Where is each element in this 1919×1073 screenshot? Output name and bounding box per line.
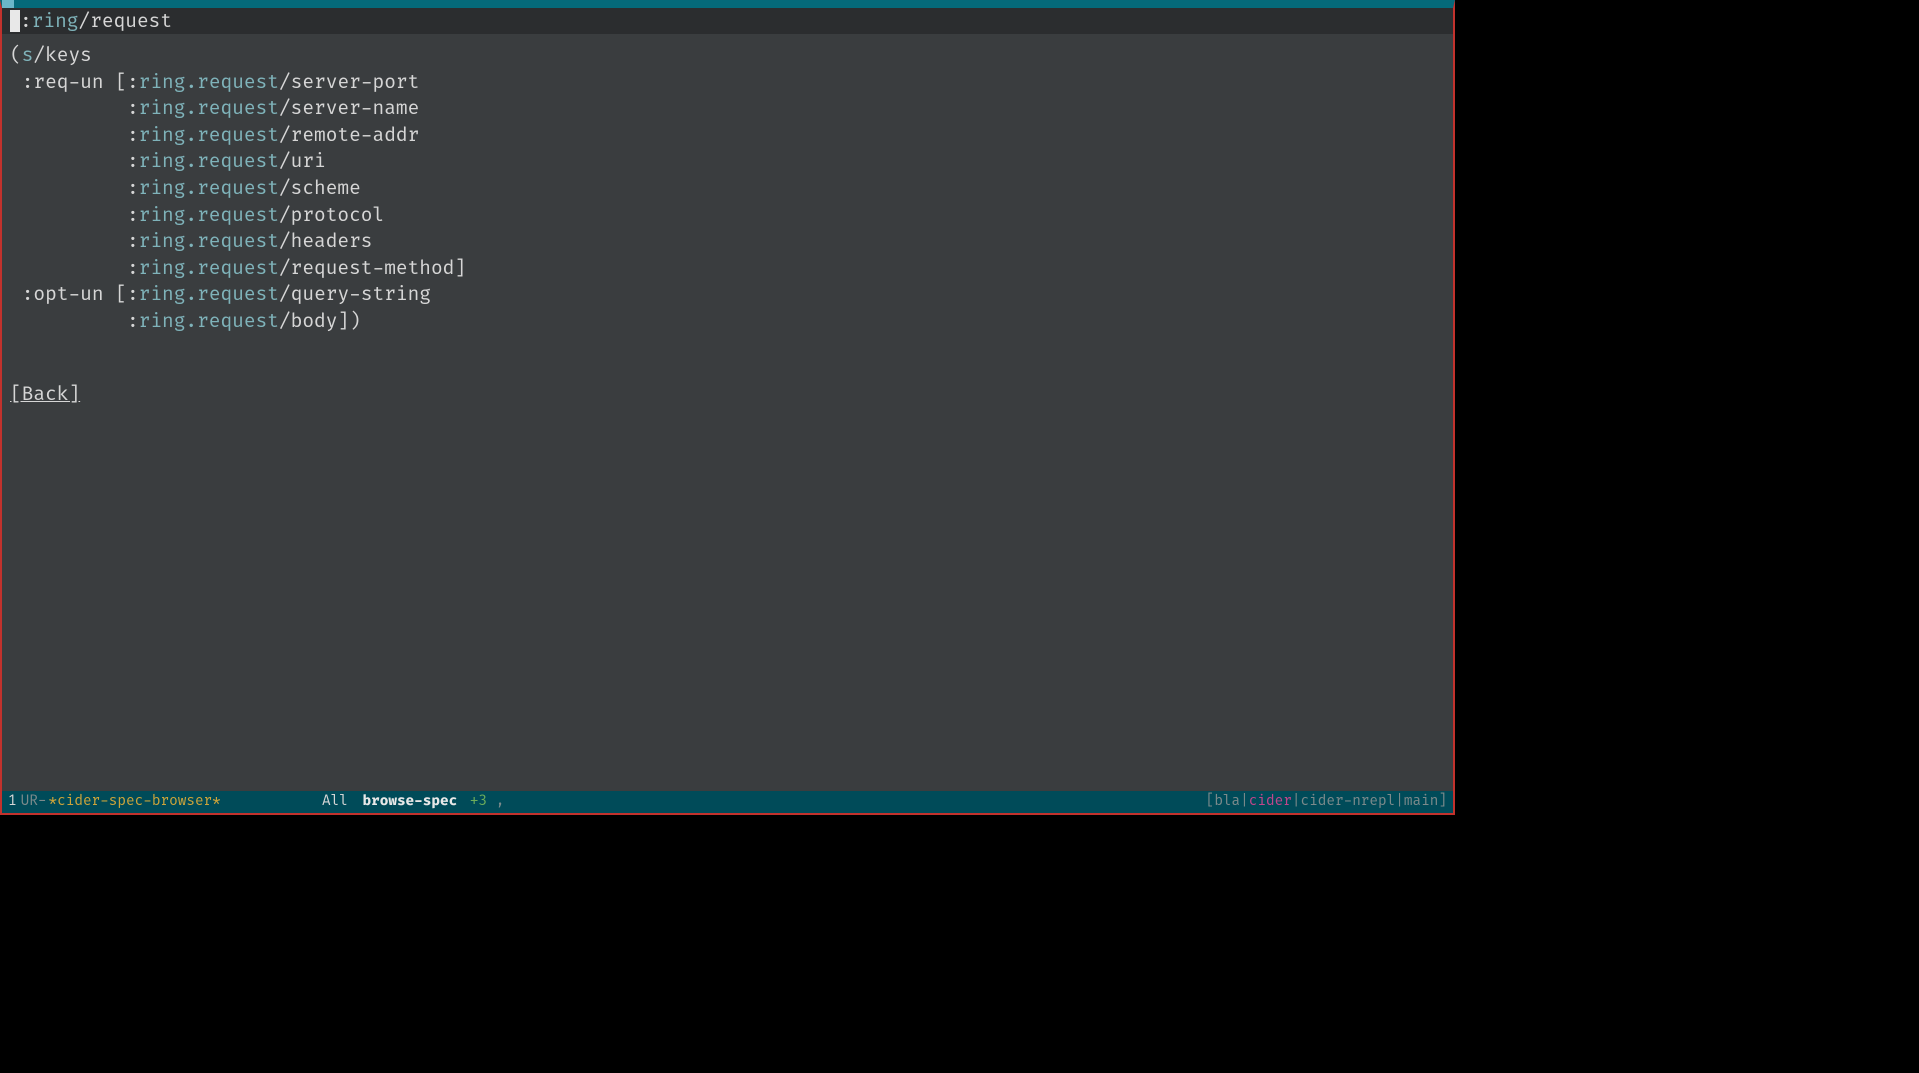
cider-tag[interactable]: cider bbox=[1249, 793, 1292, 810]
spec-ns[interactable]: ring.request bbox=[139, 96, 279, 120]
spec-ns[interactable]: ring.request bbox=[139, 229, 279, 253]
header-namespace: ring bbox=[32, 8, 79, 35]
modeline-right: [bla|cider|cider-nrepl|main] bbox=[1206, 792, 1447, 812]
header-slash: / bbox=[78, 8, 90, 35]
spec-key[interactable]: server-port bbox=[291, 70, 420, 94]
spec-key[interactable]: server-name bbox=[291, 96, 420, 120]
spec-key[interactable]: body bbox=[291, 309, 338, 333]
spec-key[interactable]: query-string bbox=[291, 282, 431, 306]
modeline: 1 UR- *cider-spec-browser* All browse-sp… bbox=[2, 791, 1453, 813]
nrepl-tag[interactable]: cider-nrepl bbox=[1301, 793, 1396, 810]
branch-tag[interactable]: main bbox=[1404, 793, 1438, 810]
header-spec-name: request bbox=[90, 8, 172, 35]
buffer-name[interactable]: *cider-spec-browser* bbox=[48, 792, 220, 812]
req-un-keyword: :req-un bbox=[22, 70, 104, 94]
spec-ns[interactable]: ring.request bbox=[139, 309, 279, 333]
repl-tag[interactable]: bla bbox=[1214, 793, 1240, 810]
buffer-mod-flags: UR- bbox=[21, 792, 47, 812]
back-button[interactable]: [Back] bbox=[10, 381, 80, 408]
spec-ns[interactable]: ring.request bbox=[139, 176, 279, 200]
spec-content: (s/keys :req-un [:ring.request/server-po… bbox=[2, 34, 1453, 416]
spec-ns[interactable]: ring.request bbox=[139, 282, 279, 306]
buffer-number: 1 bbox=[8, 792, 17, 812]
minor-mode-count[interactable]: +3 bbox=[470, 793, 487, 810]
opt-un-keyword: :opt-un bbox=[22, 282, 104, 306]
keys-fn: keys bbox=[45, 43, 92, 67]
window-tab-indicator bbox=[2, 0, 14, 8]
modeline-left: 1 UR- *cider-spec-browser* bbox=[8, 792, 221, 812]
buffer-header: :ring/request bbox=[2, 8, 1453, 34]
spec-ns[interactable]: ring.request bbox=[139, 203, 279, 227]
spec-key[interactable]: uri bbox=[291, 149, 326, 173]
cursor bbox=[10, 10, 20, 32]
header-colon: : bbox=[20, 8, 32, 35]
s-alias: s bbox=[22, 43, 34, 67]
spec-key[interactable]: headers bbox=[291, 229, 373, 253]
open-paren: ( bbox=[10, 43, 22, 67]
spec-ns[interactable]: ring.request bbox=[139, 70, 279, 94]
spec-key[interactable]: protocol bbox=[291, 203, 385, 227]
spec-key[interactable]: request-method bbox=[291, 256, 455, 280]
modeline-center: All browse-spec +3 , bbox=[322, 792, 504, 812]
spec-ns[interactable]: ring.request bbox=[139, 123, 279, 147]
spec-ns[interactable]: ring.request bbox=[139, 149, 279, 173]
spec-key[interactable]: remote-addr bbox=[291, 123, 420, 147]
spec-ns[interactable]: ring.request bbox=[139, 256, 279, 280]
major-mode[interactable]: browse-spec bbox=[362, 793, 457, 810]
spec-key[interactable]: scheme bbox=[291, 176, 361, 200]
editor-frame: :ring/request (s/keys :req-un [:ring.req… bbox=[0, 0, 1455, 815]
scroll-position: All bbox=[322, 793, 348, 810]
